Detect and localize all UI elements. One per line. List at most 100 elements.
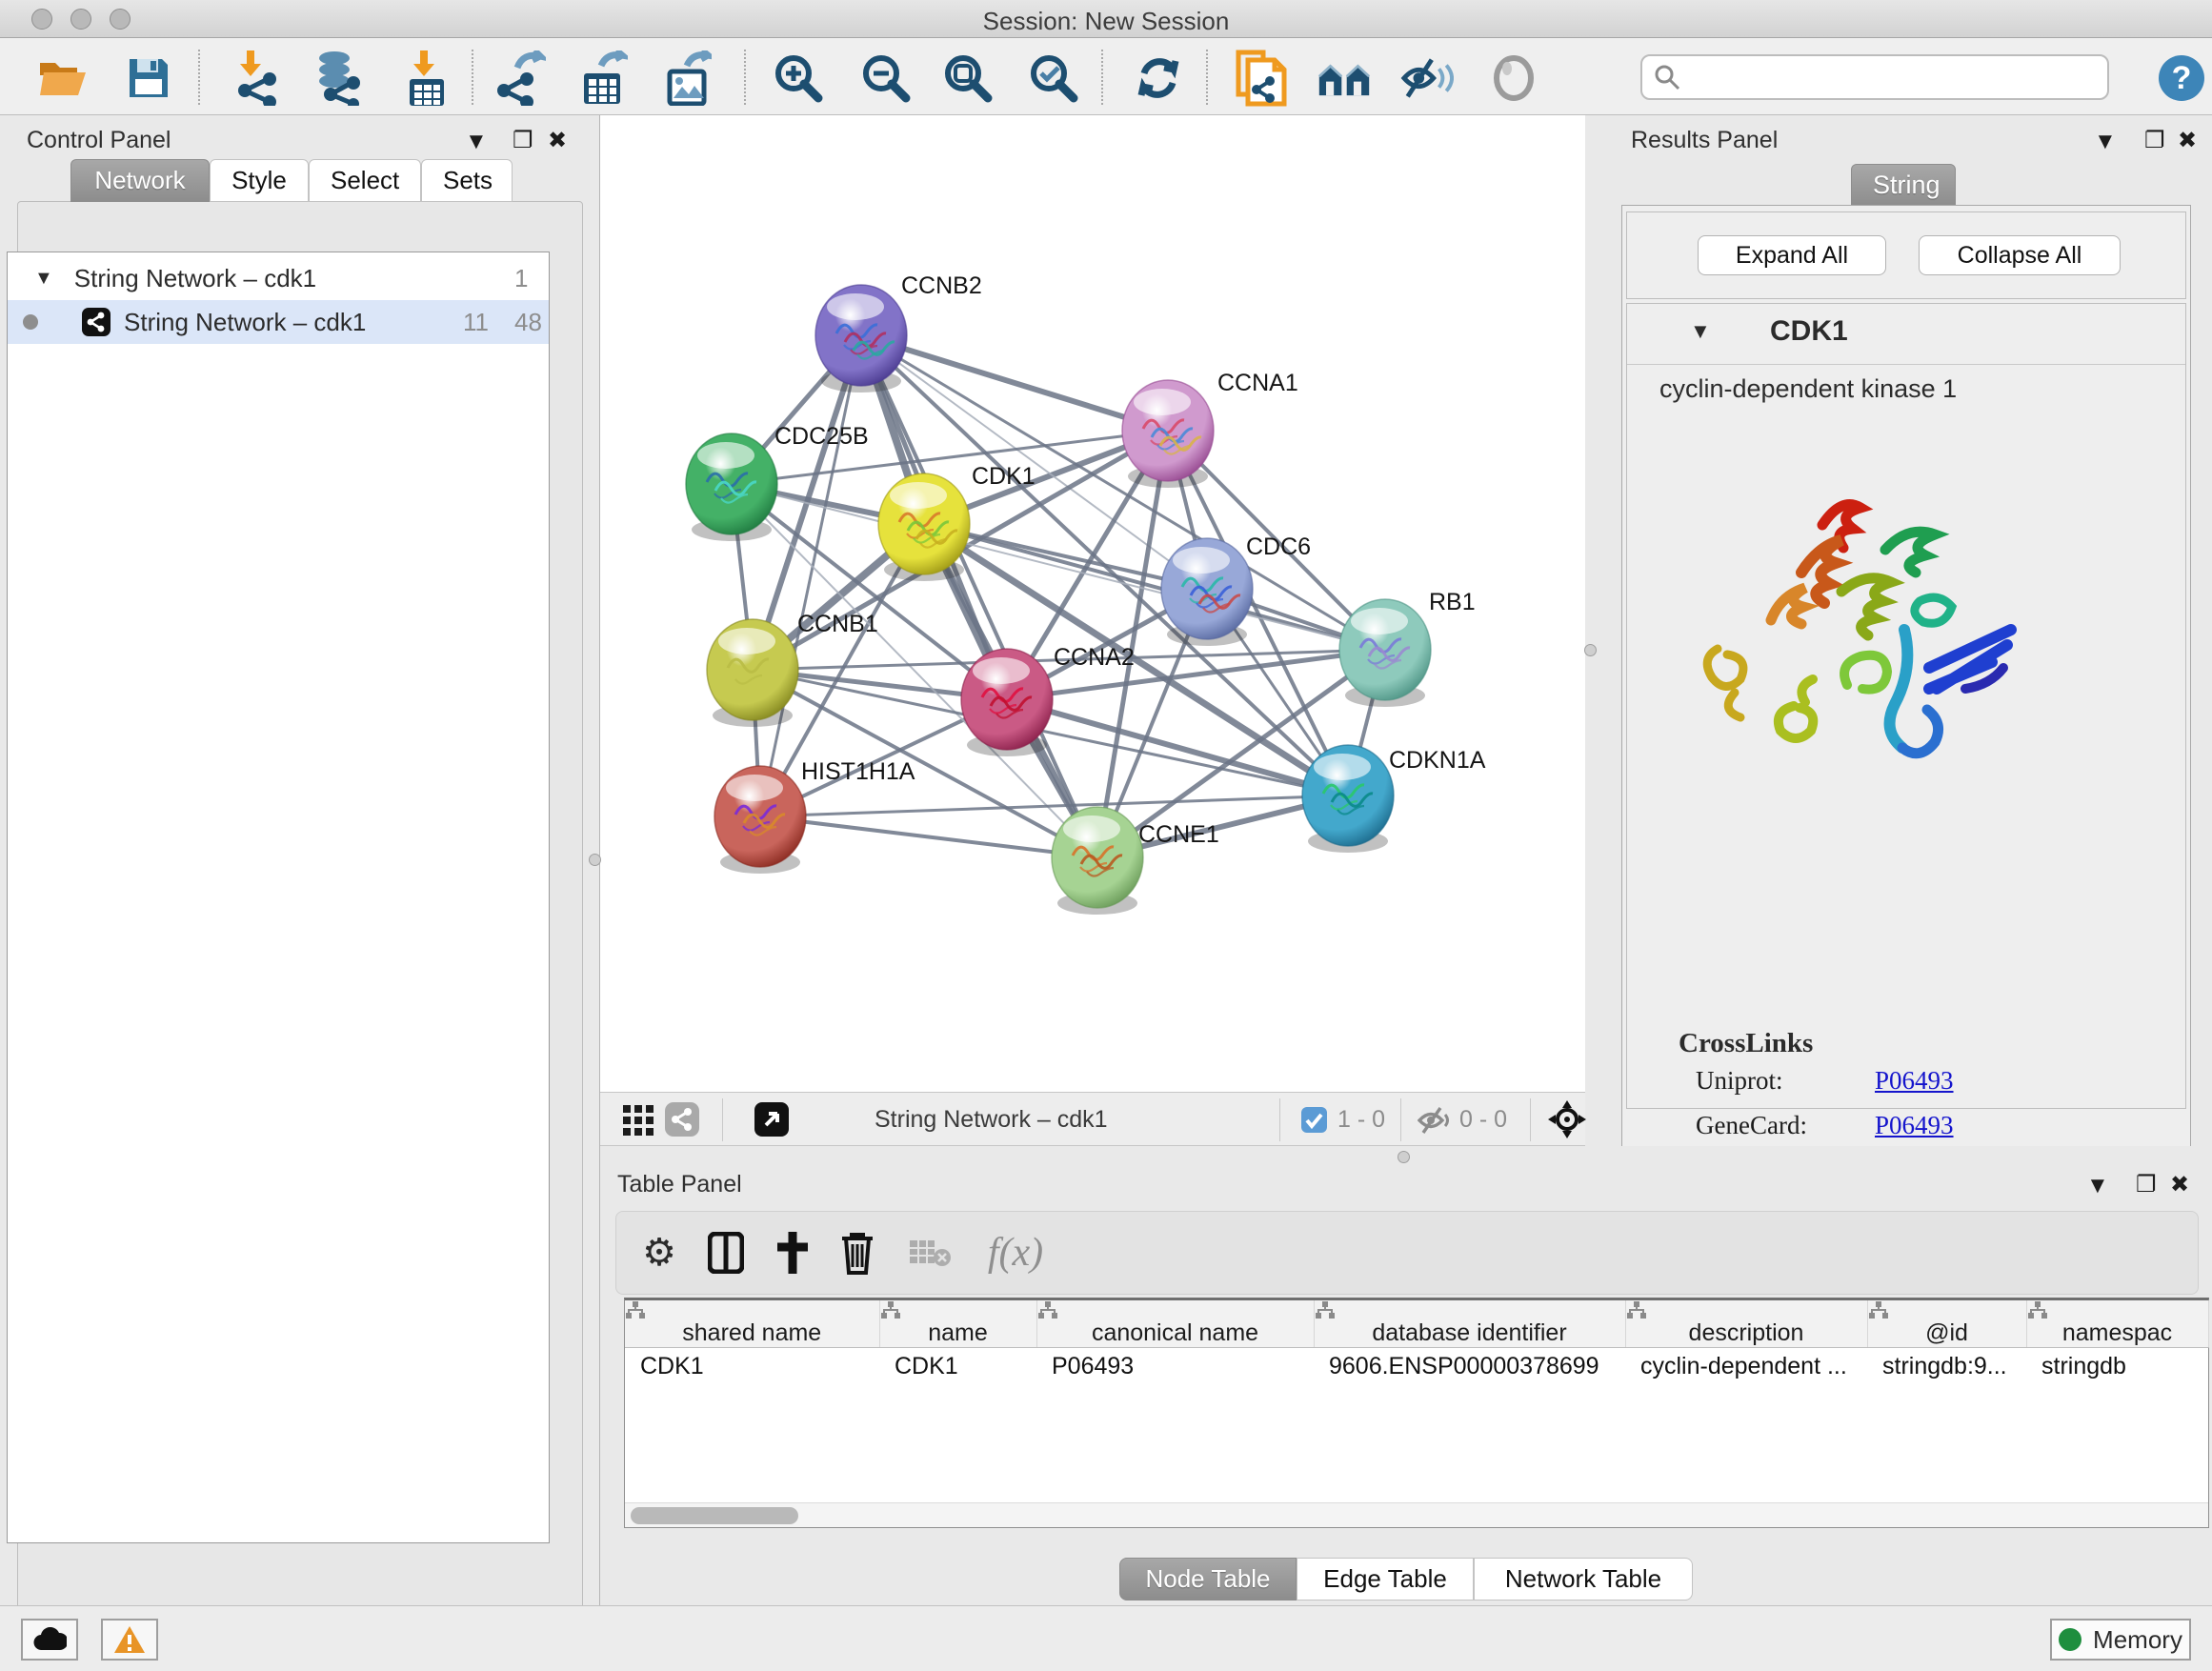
add-column-icon[interactable]: [771, 1229, 814, 1277]
panel-close-icon[interactable]: ✖: [2178, 127, 2197, 154]
right-splitter-handle[interactable]: [1584, 644, 1597, 656]
gray-sphere-icon[interactable]: [1487, 51, 1540, 105]
column-header[interactable]: name: [879, 1300, 1036, 1348]
panel-float-icon[interactable]: ❐: [513, 127, 533, 154]
cloud-button[interactable]: [21, 1619, 78, 1661]
string-import-icon[interactable]: [1235, 51, 1288, 105]
horizontal-splitter-handle[interactable]: [1398, 1151, 1410, 1163]
delete-table-icon[interactable]: [908, 1229, 952, 1277]
panel-menu-icon[interactable]: ▼: [2086, 1173, 2109, 1199]
panel-close-icon[interactable]: ✖: [2170, 1171, 2189, 1198]
column-header[interactable]: description: [1625, 1300, 1867, 1348]
zoom-fit-icon[interactable]: [941, 51, 995, 105]
column-header[interactable]: namespac: [2026, 1300, 2208, 1348]
tab-style[interactable]: Style: [210, 159, 309, 202]
panel-close-icon[interactable]: ✖: [548, 127, 567, 154]
network-node-RB1[interactable]: RB1: [1339, 589, 1476, 707]
network-node-CCNE1[interactable]: CCNE1: [1052, 807, 1219, 915]
save-icon[interactable]: [122, 51, 175, 105]
network-node-HIST1H1A[interactable]: HIST1H1A: [714, 758, 915, 874]
column-header[interactable]: @id: [1867, 1300, 2026, 1348]
import-network-icon[interactable]: [232, 51, 286, 105]
help-icon[interactable]: ?: [2155, 51, 2208, 105]
network-graph[interactable]: CCNB2CCNA1CDC25BCDK1CDC6RB1CCNB1CCNA2CDK…: [600, 115, 1585, 1092]
gear-icon[interactable]: ⚙: [637, 1229, 681, 1277]
panel-float-icon[interactable]: ❐: [2136, 1171, 2157, 1198]
panel-float-icon[interactable]: ❐: [2144, 127, 2165, 154]
warning-button[interactable]: [101, 1619, 158, 1661]
export-table-icon[interactable]: [577, 51, 631, 105]
network-node-CDC6[interactable]: CDC6: [1161, 534, 1311, 646]
network-node-CDC25B[interactable]: CDC25B: [686, 423, 869, 541]
tab-select[interactable]: Select: [309, 159, 421, 202]
network-collection-row[interactable]: ▼ String Network – cdk1 1: [8, 256, 549, 300]
table-cell[interactable]: P06493: [1036, 1348, 1314, 1386]
table-cell[interactable]: stringdb: [2026, 1348, 2208, 1386]
table-cell[interactable]: 9606.ENSP00000378699: [1314, 1348, 1625, 1386]
collapse-gene-icon[interactable]: ▼: [1690, 319, 1711, 344]
node-label: CDC6: [1246, 534, 1311, 560]
network-node-CDKN1A[interactable]: CDKN1A: [1302, 745, 1486, 853]
network-node-CCNA1[interactable]: CCNA1: [1122, 370, 1298, 488]
table-cell[interactable]: CDK1: [625, 1348, 879, 1386]
open-folder-icon[interactable]: [36, 51, 90, 105]
footer-separator: [1530, 1098, 1531, 1141]
svg-text:?: ?: [2172, 60, 2192, 96]
first-neighbors-icon[interactable]: [1317, 51, 1371, 105]
zoom-out-icon[interactable]: [859, 51, 913, 105]
refresh-icon[interactable]: [1132, 51, 1185, 105]
birdseye-icon[interactable]: [754, 1102, 789, 1137]
tab-network[interactable]: Network: [70, 159, 210, 202]
tab-node-table[interactable]: Node Table: [1119, 1558, 1297, 1601]
network-row[interactable]: String Network – cdk1 11 48: [8, 300, 549, 344]
network-node-CCNB1[interactable]: CCNB1: [707, 611, 878, 727]
import-database-icon[interactable]: [312, 51, 365, 105]
column-header[interactable]: database identifier: [1314, 1300, 1625, 1348]
tab-sets[interactable]: Sets: [421, 159, 513, 202]
table-toolbar: ⚙ f(x): [615, 1211, 2199, 1295]
checkbox-icon[interactable]: [1301, 1107, 1327, 1133]
node-table[interactable]: shared namenamecanonical namedatabase id…: [624, 1298, 2209, 1528]
tab-string[interactable]: String: [1851, 164, 1956, 207]
gene-section-header[interactable]: ▼ CDK1: [1627, 304, 2185, 365]
table-cell[interactable]: CDK1: [879, 1348, 1036, 1386]
network-node-CCNB2[interactable]: CCNB2: [815, 272, 982, 393]
delete-column-icon[interactable]: [835, 1229, 879, 1277]
horizontal-scrollbar[interactable]: [625, 1502, 2208, 1527]
collection-expand-icon[interactable]: ▼: [34, 268, 53, 290]
hide-selected-icon[interactable]: [1400, 51, 1454, 105]
export-network-icon[interactable]: [493, 51, 547, 105]
network-canvas[interactable]: CCNB2CCNA1CDC25BCDK1CDC6RB1CCNB1CCNA2CDK…: [600, 115, 1585, 1092]
memory-button[interactable]: Memory: [2050, 1619, 2191, 1661]
table-cell[interactable]: stringdb:9...: [1867, 1348, 2026, 1386]
cloud-icon: [32, 1627, 67, 1652]
crosslink-row: Uniprot:P06493: [1696, 1066, 2172, 1111]
tab-network-table[interactable]: Network Table: [1474, 1558, 1693, 1601]
zoom-selected-icon[interactable]: [1027, 51, 1080, 105]
column-header[interactable]: canonical name: [1036, 1300, 1314, 1348]
search-input[interactable]: [1640, 54, 2109, 100]
table-row[interactable]: CDK1CDK1P064939606.ENSP00000378699cyclin…: [625, 1348, 2208, 1386]
column-header[interactable]: shared name: [625, 1300, 879, 1348]
export-image-icon[interactable]: [661, 51, 714, 105]
crosslink-link[interactable]: P06493: [1875, 1111, 1954, 1140]
share-icon[interactable]: [665, 1102, 699, 1137]
search-icon: [1654, 64, 1680, 91]
toolbar-separator: [198, 50, 200, 105]
zoom-in-icon[interactable]: [772, 51, 825, 105]
expand-all-button[interactable]: Expand All: [1698, 235, 1886, 275]
panel-menu-icon[interactable]: ▼: [2094, 129, 2117, 155]
columns-icon[interactable]: [704, 1229, 748, 1277]
crosshair-icon[interactable]: [1547, 1099, 1587, 1139]
grid-icon[interactable]: [623, 1105, 654, 1136]
tab-edge-table[interactable]: Edge Table: [1297, 1558, 1474, 1601]
function-icon[interactable]: f(x): [980, 1229, 1051, 1277]
eye-slash-icon[interactable]: [1418, 1106, 1450, 1135]
import-table-icon[interactable]: [400, 51, 453, 105]
crosslink-link[interactable]: P06493: [1875, 1066, 1954, 1096]
scrollbar-thumb[interactable]: [631, 1507, 798, 1524]
table-cell[interactable]: cyclin-dependent ...: [1625, 1348, 1867, 1386]
left-splitter-handle[interactable]: [589, 854, 601, 866]
panel-menu-icon[interactable]: ▼: [465, 129, 488, 155]
collapse-all-button[interactable]: Collapse All: [1919, 235, 2121, 275]
